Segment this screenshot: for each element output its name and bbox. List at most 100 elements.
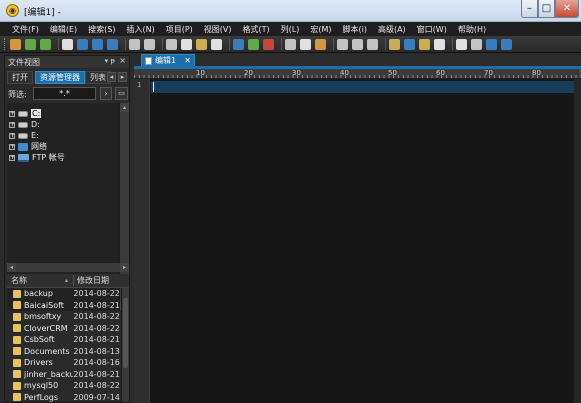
drive-icon (18, 132, 28, 139)
file-name: bmsoftxy (24, 312, 62, 322)
wrap-icon[interactable] (196, 38, 207, 50)
toolbar-separator (333, 38, 334, 50)
macro-icon[interactable] (337, 38, 348, 50)
editor-area[interactable]: 1 (134, 79, 581, 403)
tree-item-label: C: (31, 109, 42, 118)
tree-item[interactable]: + D: (9, 119, 40, 130)
file-name: Drivers (24, 358, 53, 368)
list-item[interactable]: Drivers 2014-08-16 09 (7, 357, 121, 369)
ftp-icon (18, 153, 29, 162)
menu-item-1[interactable]: 编辑(E) (50, 24, 77, 35)
file-date: 2014-08-13 14 (73, 346, 121, 356)
copy-icon[interactable] (300, 38, 311, 50)
tree-hscrollbar[interactable]: ◂ ▸ (7, 263, 129, 272)
scroll-left-icon[interactable]: ◂ (7, 263, 16, 272)
filter-input[interactable]: *.* (33, 87, 96, 100)
compare-icon[interactable] (211, 38, 222, 50)
expand-icon[interactable]: + (9, 132, 15, 139)
menu-item-7[interactable]: 列(L) (281, 24, 300, 35)
tab-scroll-right-icon[interactable]: ▸ (118, 72, 127, 82)
find-prev-icon[interactable] (263, 38, 274, 50)
list-item[interactable]: backup 2014-08-22 10 (7, 288, 121, 300)
menu-item-3[interactable]: 插入(N) (126, 24, 154, 35)
expand-icon[interactable]: + (9, 143, 15, 150)
menu-item-0[interactable]: 文件(F) (12, 24, 39, 35)
tree-item[interactable]: + 网络 (9, 141, 47, 152)
close-button[interactable]: ✕ (555, 0, 579, 18)
browse-folder-icon[interactable]: ▭ (115, 87, 128, 100)
list-icon[interactable] (456, 38, 467, 50)
scroll-up-icon[interactable]: ▴ (120, 103, 129, 112)
list-item[interactable]: CloverCRM 2014-08-22 12 (7, 323, 121, 335)
tab-open[interactable]: 打开 (7, 71, 33, 84)
column-date[interactable]: 修改日期 (73, 275, 127, 286)
tree-item[interactable]: + FTP 帐号 (9, 152, 65, 163)
function-list-icon[interactable] (419, 38, 430, 50)
list-item[interactable]: BaicaiSoft 2014-08-21 16 (7, 300, 121, 312)
open-folder-alt-icon[interactable] (92, 38, 103, 50)
list-item[interactable]: Documents2014-08-13 14 (7, 346, 121, 358)
word-count-icon[interactable] (389, 38, 400, 50)
column-name[interactable]: 名称 (7, 275, 65, 286)
tree-item[interactable]: + E: (9, 130, 39, 141)
list-scroll-thumb[interactable] (123, 298, 128, 368)
back-icon[interactable] (25, 38, 36, 50)
menu-item-9[interactable]: 脚本(i) (343, 24, 367, 35)
column-mode-icon[interactable] (166, 38, 177, 50)
menu-item-10[interactable]: 高级(A) (378, 24, 406, 35)
print-icon[interactable] (129, 38, 140, 50)
list-item[interactable]: jinher_backup2014-08-21 18 (7, 369, 121, 381)
menu-item-11[interactable]: 窗口(W) (417, 24, 447, 35)
menu-item-2[interactable]: 搜索(S) (88, 24, 115, 35)
minimize-button[interactable]: – (521, 0, 538, 18)
find-next-icon[interactable] (248, 38, 259, 50)
menu-item-6[interactable]: 格式(T) (243, 24, 270, 35)
expand-icon[interactable]: + (9, 121, 15, 128)
new-file-icon[interactable] (10, 38, 21, 50)
ftp-icon[interactable] (501, 38, 512, 50)
file-name: CsbSoft (24, 335, 55, 345)
cut-icon[interactable] (285, 38, 296, 50)
list-item[interactable]: PerfLogs 2009-07-14 11 (7, 392, 121, 403)
window-icon[interactable] (471, 38, 482, 50)
output-window-icon[interactable] (434, 38, 445, 50)
list-item[interactable]: mysql50 2014-08-22 08 (7, 380, 121, 392)
menu-item-12[interactable]: 帮助(H) (458, 24, 486, 35)
file-date: 2009-07-14 11 (73, 392, 121, 402)
find-icon[interactable] (233, 38, 244, 50)
tab-scroll-left-icon[interactable]: ◂ (107, 72, 116, 82)
file-view-icon[interactable] (404, 38, 415, 50)
pin-icon[interactable]: ▾ ᵽ (105, 57, 115, 65)
maximize-button[interactable]: □ (538, 0, 555, 18)
paste-icon[interactable] (315, 38, 326, 50)
browser-icon[interactable] (486, 38, 497, 50)
expand-icon[interactable]: + (9, 110, 15, 117)
new-doc-icon[interactable] (62, 38, 73, 50)
toolbar-separator (162, 38, 163, 50)
list-scrollbar[interactable] (121, 288, 129, 402)
hex-mode-icon[interactable] (181, 38, 192, 50)
script-icon[interactable] (352, 38, 363, 50)
close-icon[interactable]: × (119, 56, 126, 65)
tab-explorer[interactable]: 资源管理器 (35, 71, 85, 84)
menu-item-8[interactable]: 宏(M) (310, 24, 331, 35)
open-folder-icon[interactable] (77, 38, 88, 50)
filter-apply-icon[interactable]: › (100, 87, 112, 100)
menu-item-5[interactable]: 视图(V) (204, 24, 232, 35)
filter-row: 筛选: *.* › ▭ (5, 87, 129, 101)
tree-item[interactable]: + C: (9, 108, 42, 119)
list-item[interactable]: bmsoftxy 2014-08-22 08 (7, 311, 121, 323)
tab-document-1[interactable]: 编辑1 ✕ (141, 54, 195, 66)
tag-icon[interactable] (367, 38, 378, 50)
expand-icon[interactable]: + (9, 154, 15, 161)
print-preview-icon[interactable] (144, 38, 155, 50)
menu-item-4[interactable]: 项目(P) (166, 24, 193, 35)
file-list: backup 2014-08-22 10 BaicaiSoft 2014-08-21 … (7, 288, 121, 403)
toolbar-grip[interactable] (4, 38, 7, 50)
save-icon[interactable] (107, 38, 118, 50)
drive-icon (18, 121, 28, 128)
list-item[interactable]: CsbSoft 2014-08-21 13 (7, 334, 121, 346)
scroll-right-icon[interactable]: ▸ (120, 263, 129, 272)
tab-close-icon[interactable]: ✕ (184, 56, 191, 65)
forward-icon[interactable] (40, 38, 51, 50)
